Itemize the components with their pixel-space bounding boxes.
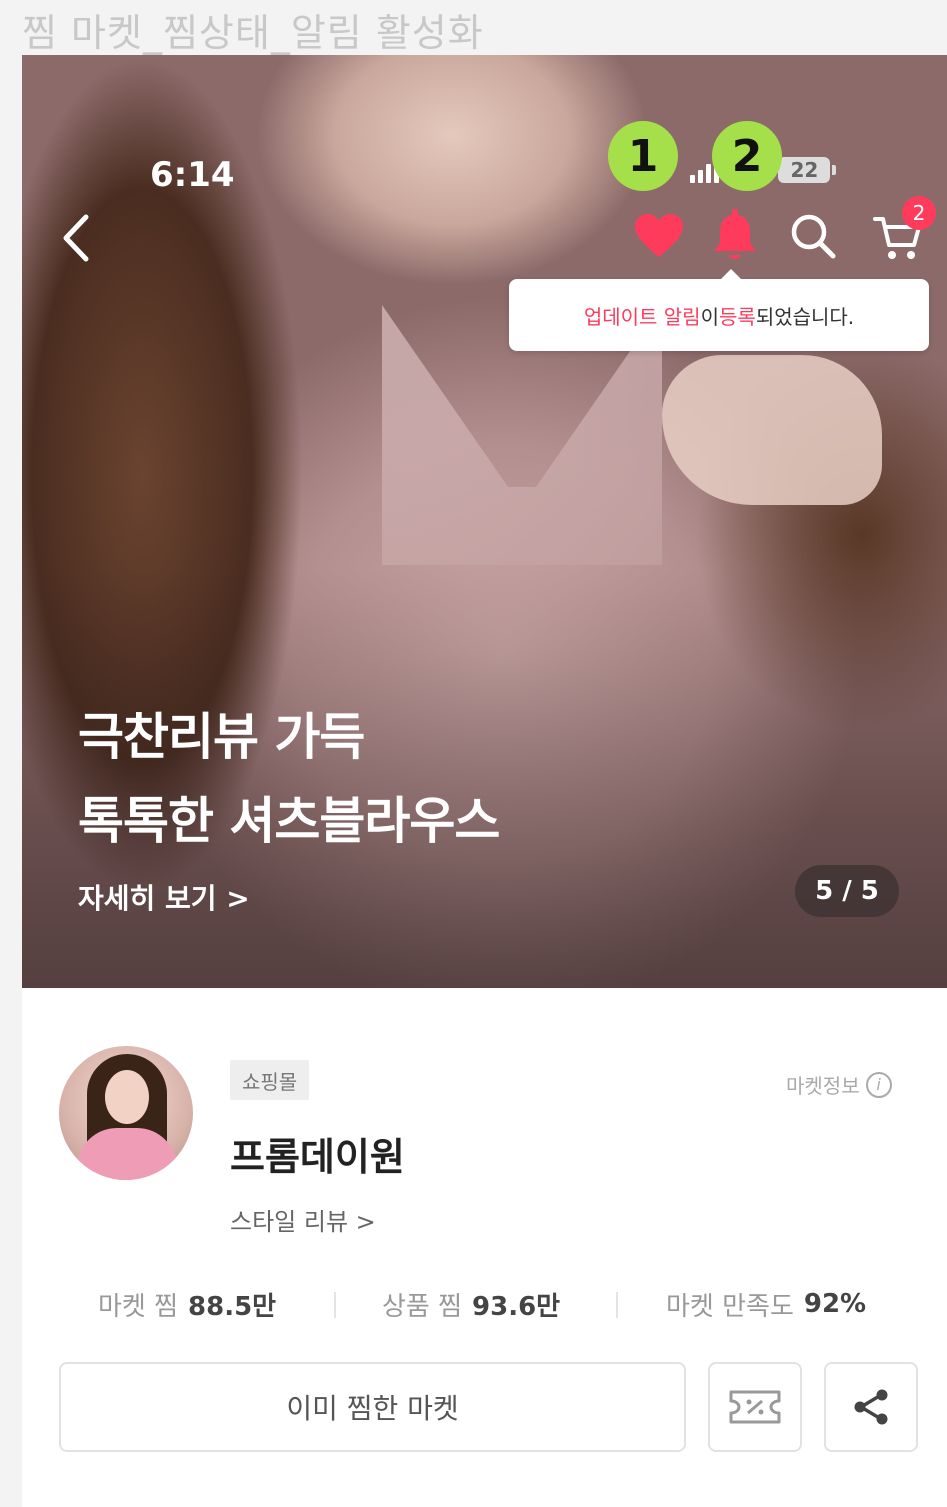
toast-highlight-registered: 등록 [719,304,756,329]
stat-market-likes: 마켓 찜 88.5만 [98,1286,276,1323]
page-indicator: 5 / 5 [795,865,899,917]
notification-toast: 업데이트 알림 이 등록 되었습니다. [509,269,929,351]
hero-title-line-1: 극찬리뷰 가득 [78,708,365,766]
bell-icon[interactable] [710,207,760,265]
back-arrow-icon[interactable] [58,211,98,265]
hero-title: 극찬리뷰 가득 톡톡한 셔츠블라우스 [78,695,500,863]
battery-icon: 22 [778,157,837,183]
hero-title-line-2: 톡톡한 셔츠블라우스 [78,792,500,850]
detail-link[interactable]: 자세히 보기 > [78,877,250,917]
stat-value: 92% [803,1289,867,1319]
share-icon [854,1389,888,1425]
market-type-tag: 쇼핑몰 [230,1060,310,1100]
stat-divider [334,1292,336,1318]
toast-text-end: 되었습니다. [755,304,855,329]
market-stats: 마켓 찜 88.5만 상품 찜 93.6만 마켓 만족도 92% [22,1284,947,1324]
stat-value: 93.6만 [472,1291,561,1322]
annotation-marker-2: 2 [712,121,782,191]
stat-label: 마켓 만족도 [666,1291,794,1322]
annotation-marker-1: 1 [608,121,678,191]
stat-value: 88.5만 [188,1291,277,1322]
info-icon: i [865,1071,892,1098]
market-name: 프롬데이원 [230,1135,405,1179]
page-caption: 찜 마켓_찜상태_알림 활성화 [22,11,484,55]
search-icon[interactable] [788,211,838,261]
toast-text-particle: 이 [700,304,719,329]
hero-banner[interactable]: 6:14 5G 22 1 2 2 업데이트 알림 이 등록 되었습니다. [22,55,947,988]
stat-label: 마켓 찜 [98,1291,179,1322]
toast-highlight-update: 업데이트 알림 [583,304,701,329]
stat-product-likes: 상품 찜 93.6만 [382,1286,560,1323]
share-button[interactable] [824,1362,918,1452]
coupon-icon [729,1390,781,1424]
market-avatar[interactable] [59,1046,193,1180]
followed-market-button[interactable]: 이미 찜한 마켓 [59,1362,686,1452]
style-review-link[interactable]: 스타일 리뷰 > [230,1202,376,1237]
market-info-label: 마켓정보 [786,1074,860,1098]
hero-photo-hand [662,355,882,505]
heart-icon[interactable] [632,211,686,261]
coupon-button[interactable] [708,1362,802,1452]
stat-label: 상품 찜 [382,1291,463,1322]
stat-divider [616,1292,618,1318]
market-info-link[interactable]: 마켓정보 i [786,1070,892,1099]
market-info-section: 쇼핑몰 프롬데이원 스타일 리뷰 > 마켓정보 i 마켓 찜 88.5만 상품 … [22,988,947,1507]
status-time: 6:14 [150,155,235,195]
cart-count-badge: 2 [902,196,936,230]
stat-satisfaction: 마켓 만족도 92% [666,1286,866,1323]
